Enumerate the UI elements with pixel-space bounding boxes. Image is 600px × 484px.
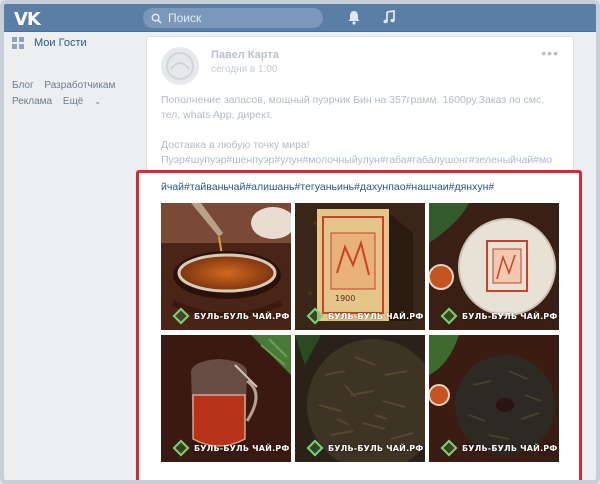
chevron-down-icon: ⌄ xyxy=(94,97,102,106)
top-header: VK xyxy=(4,4,596,32)
diamond-logo-icon xyxy=(440,307,458,325)
photo-watermark: БУЛЬ-БУЛЬ ЧАЙ.РФ xyxy=(306,307,424,325)
watermark-text: БУЛЬ-БУЛЬ ЧАЙ.РФ xyxy=(462,311,558,321)
diamond-logo-icon xyxy=(172,439,190,457)
bell-icon[interactable] xyxy=(347,10,361,25)
more-options-icon[interactable]: ••• xyxy=(541,45,559,61)
watermark-text: БУЛЬ-БУЛЬ ЧАЙ.РФ xyxy=(194,311,290,321)
footer-more-label: Ещё xyxy=(62,96,84,107)
watermark-text: БУЛЬ-БУЛЬ ЧАЙ.РФ xyxy=(328,311,424,321)
diamond-logo-icon xyxy=(440,439,458,457)
photo-5-pressed-leaves[interactable]: БУЛЬ-БУЛЬ ЧАЙ.РФ xyxy=(295,335,425,462)
photo-2-tea-wrapper[interactable]: 1900 БУЛЬ-БУЛЬ ЧАЙ.РФ xyxy=(295,203,425,330)
post-text: Пополнение запасов, мощный пуэрчик Бин н… xyxy=(161,93,561,168)
post-hashtags-line-2[interactable]: йчай#тайваньчай#алишань#тегуаньинь#дахун… xyxy=(161,181,494,193)
photo-4-glass-teapot[interactable]: БУЛЬ-БУЛЬ ЧАЙ.РФ xyxy=(161,335,291,462)
right-scroll-area xyxy=(584,36,596,476)
search-icon xyxy=(151,13,162,24)
post-hashtags-line-1[interactable]: Пуэр#шупуэр#шенпуэр#улун#молочныйулун#га… xyxy=(161,153,561,168)
grid-icon xyxy=(12,37,24,49)
post-time[interactable]: сегодня в 1:00 xyxy=(211,64,277,75)
post-paragraph-1: Пополнение запасов, мощный пуэрчик Бин н… xyxy=(161,94,545,121)
watermark-text: БУЛЬ-БУЛЬ ЧАЙ.РФ xyxy=(194,443,290,453)
browser-frame: VK Мои Гости xyxy=(0,0,600,484)
photo-1-pouring-tea[interactable]: БУЛЬ-БУЛЬ ЧАЙ.РФ xyxy=(161,203,291,330)
post-paragraph-2: Доставка в любую точку мира! xyxy=(161,139,310,151)
photo-grid: БУЛЬ-БУЛЬ ЧАЙ.РФ 1900 БУЛЬ-БУЛЬ ЧАЙ.РФ Б… xyxy=(161,203,559,462)
footer-link-more[interactable]: Ещё ⌄ xyxy=(63,96,109,107)
photo-watermark: БУЛЬ-БУЛЬ ЧАЙ.РФ xyxy=(440,439,558,457)
diamond-logo-icon xyxy=(306,439,324,457)
highlighted-region: йчай#тайваньчай#алишань#тегуаньинь#дахун… xyxy=(136,170,582,480)
footer-links: Блог Разработчикам Реклама Ещё ⌄ xyxy=(12,78,140,110)
footer-link-ads[interactable]: Реклама xyxy=(12,96,52,107)
avatar-image xyxy=(161,47,199,85)
photo-3-tea-cake-wrapped[interactable]: БУЛЬ-БУЛЬ ЧАЙ.РФ xyxy=(429,203,559,330)
sidebar-item-my-guests[interactable]: Мои Гости xyxy=(12,34,140,52)
footer-link-developers[interactable]: Разработчикам xyxy=(44,80,115,91)
photo-watermark: БУЛЬ-БУЛЬ ЧАЙ.РФ xyxy=(172,307,290,325)
wrapper-year: 1900 xyxy=(335,294,355,303)
music-icon[interactable] xyxy=(382,10,396,25)
avatar[interactable] xyxy=(161,47,199,85)
watermark-text: БУЛЬ-БУЛЬ ЧАЙ.РФ xyxy=(462,443,558,453)
photo-watermark: БУЛЬ-БУЛЬ ЧАЙ.РФ xyxy=(440,307,558,325)
vk-logo[interactable]: VK xyxy=(14,9,41,30)
diamond-logo-icon xyxy=(306,307,324,325)
photo-6-tea-cake-back[interactable]: БУЛЬ-БУЛЬ ЧАЙ.РФ xyxy=(429,335,559,462)
search-box[interactable] xyxy=(143,8,323,28)
footer-link-blog[interactable]: Блог xyxy=(12,80,34,91)
post-author[interactable]: Павел Карта xyxy=(211,49,279,61)
watermark-text: БУЛЬ-БУЛЬ ЧАЙ.РФ xyxy=(328,443,424,453)
diamond-logo-icon xyxy=(172,307,190,325)
sidebar-item-label: Мои Гости xyxy=(34,37,87,49)
left-sidebar: Мои Гости Блог Разработчикам Реклама Ещё… xyxy=(12,32,140,110)
photo-watermark: БУЛЬ-БУЛЬ ЧАЙ.РФ xyxy=(306,439,424,457)
search-input[interactable] xyxy=(168,11,308,25)
photo-watermark: БУЛЬ-БУЛЬ ЧАЙ.РФ xyxy=(172,439,290,457)
